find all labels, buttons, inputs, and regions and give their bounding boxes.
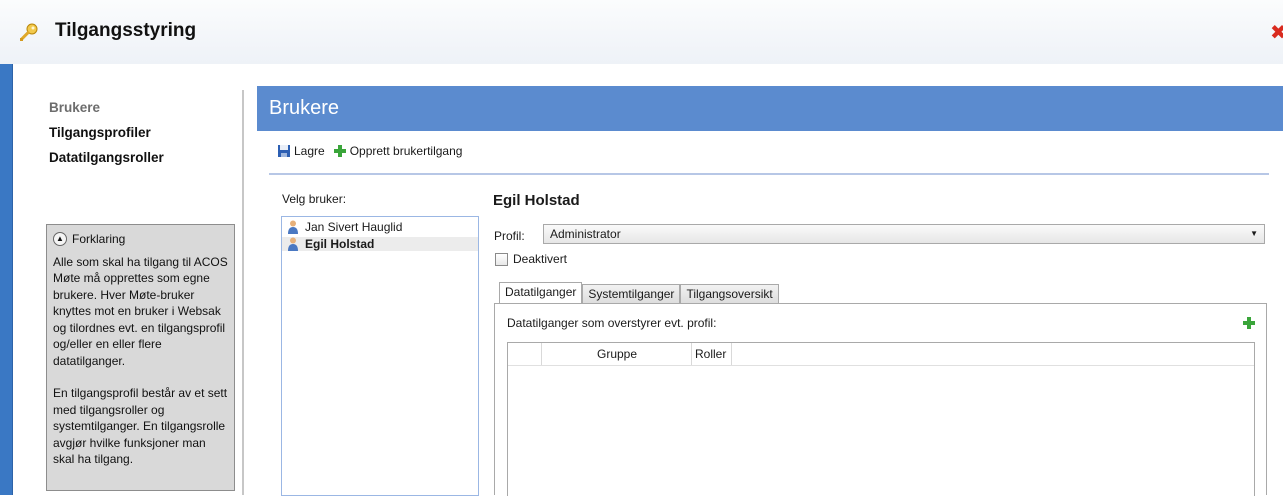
deactivated-label: Deaktivert xyxy=(513,252,568,266)
add-datatilgang-button[interactable] xyxy=(1242,316,1256,333)
deactivated-checkbox-row[interactable]: Deaktivert xyxy=(495,252,567,266)
collapse-icon[interactable]: ▲ xyxy=(53,232,67,247)
left-nav: Brukere Tilgangsprofiler Datatilgangsrol… xyxy=(49,100,239,175)
explanation-header[interactable]: ▲ Forklaring xyxy=(53,231,228,248)
create-label: Opprett brukertilgang xyxy=(349,144,463,158)
tab-panel-datatilganger: Datatilganger som overstyrer evt. profil… xyxy=(494,303,1267,496)
key-icon xyxy=(17,22,39,47)
plus-icon xyxy=(333,145,346,157)
tab-datatilganger[interactable]: Datatilganger xyxy=(499,282,583,304)
window-title: Tilgangsstyring xyxy=(55,20,197,41)
user-list-item[interactable]: Jan Sivert Hauglid xyxy=(282,220,478,234)
plus-icon xyxy=(1243,317,1255,329)
vertical-divider xyxy=(242,90,244,495)
nav-item-datatilgangsroller[interactable]: Datatilgangsroller xyxy=(49,150,239,165)
toolbar: Lagre Opprett brukertilgang xyxy=(277,144,470,158)
content-area: Brukere Tilgangsprofiler Datatilgangsrol… xyxy=(12,64,1283,496)
explanation-title: Forklaring xyxy=(72,232,126,246)
grid-col-divider xyxy=(731,343,733,365)
nav-item-brukere[interactable]: Brukere xyxy=(49,100,239,115)
tab-bar: Datatilganger Systemtilganger Tilgangsov… xyxy=(499,282,779,304)
create-user-access-button[interactable]: Opprett brukertilgang xyxy=(333,144,463,158)
datatilganger-grid[interactable]: Gruppe Roller xyxy=(507,342,1255,496)
toolbar-divider xyxy=(269,173,1269,175)
close-icon[interactable]: ✖ xyxy=(1270,22,1283,42)
select-user-label: Velg bruker: xyxy=(282,192,347,206)
user-list-item-selected[interactable]: Egil Holstad xyxy=(282,237,478,251)
profile-value: Administrator xyxy=(550,227,621,241)
grid-header-row: Gruppe Roller xyxy=(508,343,1254,366)
user-list[interactable]: Jan Sivert Hauglid Egil Holstad xyxy=(281,216,479,496)
grid-header-gruppe[interactable]: Gruppe xyxy=(541,343,691,365)
explanation-box: ▲ Forklaring Alle som skal ha tilgang ti… xyxy=(46,224,235,491)
window-frame: Brukere Tilgangsprofiler Datatilgangsrol… xyxy=(0,64,1283,496)
user-icon xyxy=(288,220,298,234)
dropdown-arrow-icon: ▼ xyxy=(1250,229,1258,238)
panel-title: Brukere xyxy=(257,86,1283,131)
explanation-paragraph-1: Alle som skal ha tilgang til ACOS Møte m… xyxy=(53,254,228,368)
window-titlebar: Tilgangsstyring ✖ xyxy=(0,0,1283,65)
profile-label: Profil: xyxy=(494,229,525,243)
tab-tilgangsoversikt[interactable]: Tilgangsoversikt xyxy=(680,284,779,304)
save-icon xyxy=(278,145,290,157)
user-name: Egil Holstad xyxy=(305,237,375,251)
profile-select[interactable]: Administrator ▼ xyxy=(543,224,1265,244)
user-name: Jan Sivert Hauglid xyxy=(305,220,403,234)
nav-item-tilgangsprofiler[interactable]: Tilgangsprofiler xyxy=(49,125,239,140)
tab-systemtilganger[interactable]: Systemtilganger xyxy=(582,284,681,304)
selected-user-name: Egil Holstad xyxy=(493,192,580,209)
explanation-paragraph-2: En tilgangsprofil består av et sett med … xyxy=(53,386,228,466)
user-icon xyxy=(288,237,298,251)
save-label: Lagre xyxy=(294,144,325,158)
datatilganger-description: Datatilganger som overstyrer evt. profil… xyxy=(507,316,717,330)
deactivated-checkbox[interactable] xyxy=(495,252,508,266)
save-button[interactable]: Lagre xyxy=(277,144,325,158)
grid-header-roller[interactable]: Roller xyxy=(691,343,731,365)
users-panel: Brukere Lagre Opprett brukertilgang Velg… xyxy=(257,86,1283,496)
